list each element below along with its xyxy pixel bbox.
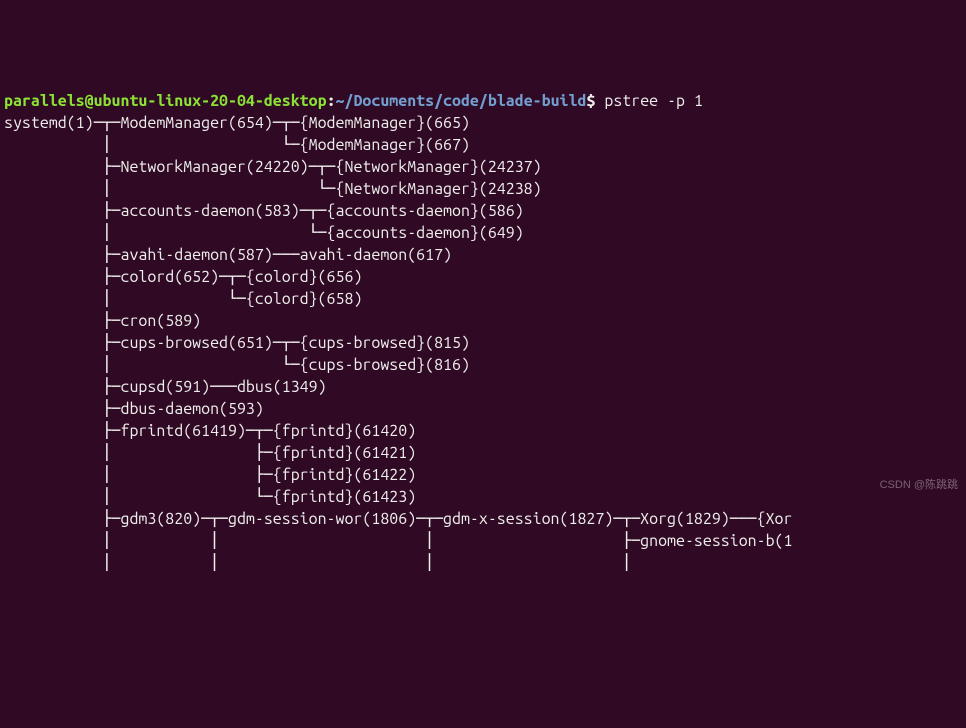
pstree-line: ├─fprintd(61419)─┬─{fprintd}(61420) <box>4 422 416 440</box>
pstree-line: │ ├─{fprintd}(61421) <box>4 444 416 462</box>
pstree-line: ├─avahi-daemon(587)───avahi-daemon(617) <box>4 246 452 264</box>
pstree-line: │ │ │ ├─gnome-session-b(1 <box>4 532 792 550</box>
pstree-line: ├─dbus-daemon(593) <box>4 400 264 418</box>
pstree-line: ├─cron(589) <box>4 312 201 330</box>
pstree-line: │ └─{ModemManager}(667) <box>4 136 470 154</box>
prompt-colon: : <box>327 92 336 110</box>
pstree-line: ├─cupsd(591)───dbus(1349) <box>4 378 327 396</box>
pstree-line: ├─colord(652)─┬─{colord}(656) <box>4 268 362 286</box>
prompt-dollar: $ <box>586 92 595 110</box>
pstree-line: │ └─{NetworkManager}(24238) <box>4 180 542 198</box>
pstree-line: ├─NetworkManager(24220)─┬─{NetworkManage… <box>4 158 542 176</box>
pstree-line: │ │ │ │ <box>4 554 801 572</box>
prompt-user-host: parallels@ubuntu-linux-20-04-desktop <box>4 92 327 110</box>
pstree-line: ├─cups-browsed(651)─┬─{cups-browsed}(815… <box>4 334 470 352</box>
pstree-line: │ ├─{fprintd}(61422) <box>4 466 416 484</box>
pstree-line: │ └─{colord}(658) <box>4 290 362 308</box>
pstree-line: ├─accounts-daemon(583)─┬─{accounts-daemo… <box>4 202 524 220</box>
pstree-line: │ └─{accounts-daemon}(649) <box>4 224 524 242</box>
prompt-cwd: ~/Documents/code/blade-build <box>336 92 587 110</box>
pstree-line: │ └─{fprintd}(61423) <box>4 488 416 506</box>
pstree-line: │ └─{cups-browsed}(816) <box>4 356 470 374</box>
command-text: pstree -p 1 <box>604 92 703 110</box>
pstree-line: systemd(1)─┬─ModemManager(654)─┬─{ModemM… <box>4 114 470 132</box>
pstree-line: ├─gdm3(820)─┬─gdm-session-wor(1806)─┬─gd… <box>4 510 792 528</box>
terminal-viewport[interactable]: parallels@ubuntu-linux-20-04-desktop:~/D… <box>0 88 966 574</box>
watermark-text: CSDN @陈跳跳 <box>880 474 958 496</box>
